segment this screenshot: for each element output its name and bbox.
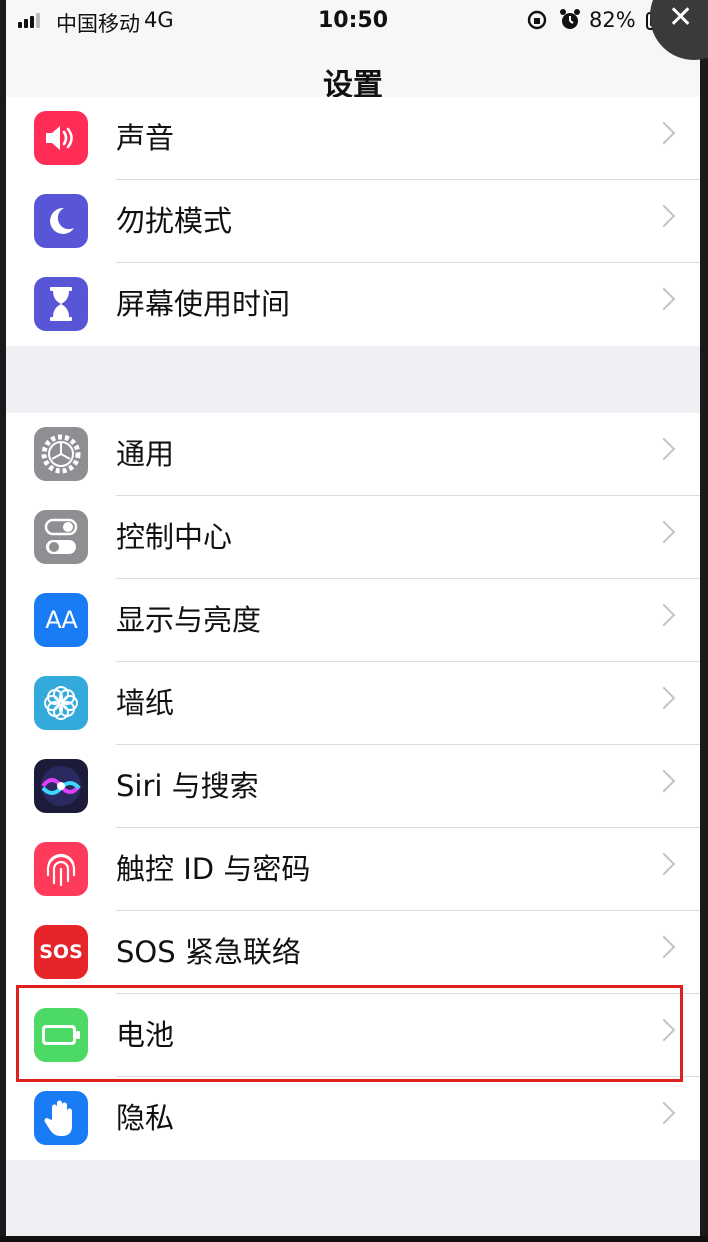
chevron-right-icon — [652, 1101, 676, 1125]
chevron-right-icon — [652, 686, 676, 710]
chevron-right-icon — [652, 287, 676, 311]
speaker-icon — [34, 111, 88, 165]
row-label: 声音 — [116, 121, 175, 155]
settings-row-display-brightness[interactable]: AA 显示与亮度 — [6, 579, 700, 662]
settings-screen: 中国移动 4G 10:50 82% 设置 声音 勿扰模式 屏幕使用时间 通用 控… — [6, 0, 700, 1242]
chevron-right-icon — [652, 603, 676, 627]
fingerprint-icon — [34, 842, 88, 896]
settings-row-wallpaper[interactable]: 墙纸 — [6, 662, 700, 745]
settings-row-screen-time[interactable]: 屏幕使用时间 — [6, 263, 700, 346]
settings-row-privacy[interactable]: 隐私 — [6, 1077, 700, 1160]
settings-row-touch-id-passcode[interactable]: 触控 ID 与密码 — [6, 828, 700, 911]
text-size-icon: AA — [34, 593, 88, 647]
row-label: 隐私 — [116, 1101, 175, 1135]
row-label: 勿扰模式 — [116, 204, 233, 238]
chevron-right-icon — [652, 1018, 676, 1042]
gear-icon — [34, 427, 88, 481]
bottom-border — [0, 1236, 708, 1242]
row-label: 控制中心 — [116, 520, 233, 554]
row-label: Siri 与搜索 — [116, 769, 259, 803]
alarm-icon — [559, 8, 581, 37]
settings-row-sounds[interactable]: 声音 — [6, 97, 700, 180]
settings-row-general[interactable]: 通用 — [6, 413, 700, 496]
chevron-right-icon — [652, 204, 676, 228]
flower-icon — [34, 676, 88, 730]
battery-percentage: 82% — [589, 8, 636, 32]
chevron-right-icon — [652, 852, 676, 876]
settings-group-sound: 声音 勿扰模式 屏幕使用时间 — [6, 97, 700, 346]
hourglass-icon — [34, 277, 88, 331]
hand-icon — [34, 1091, 88, 1145]
row-label: 屏幕使用时间 — [116, 287, 291, 321]
row-label: 触控 ID 与密码 — [116, 852, 311, 886]
chevron-right-icon — [652, 769, 676, 793]
chevron-right-icon — [652, 520, 676, 544]
settings-group-general: 通用 控制中心 AA 显示与亮度 墙纸 Siri 与搜索 触控 ID 与密码 S… — [6, 413, 700, 1160]
moon-icon — [34, 194, 88, 248]
row-label: 墙纸 — [116, 686, 175, 720]
toggles-icon — [34, 510, 88, 564]
chevron-right-icon — [652, 121, 676, 145]
settings-row-control-center[interactable]: 控制中心 — [6, 496, 700, 579]
rotation-lock-icon — [526, 9, 548, 36]
row-label: 通用 — [116, 437, 175, 471]
siri-icon — [34, 759, 88, 813]
row-label: SOS 紧急联络 — [116, 935, 301, 969]
chevron-right-icon — [652, 437, 676, 461]
battery-icon — [34, 1008, 88, 1062]
settings-row-battery[interactable]: 电池 — [6, 994, 700, 1077]
row-label: 电池 — [116, 1018, 175, 1052]
settings-row-siri-search[interactable]: Siri 与搜索 — [6, 745, 700, 828]
row-label: 显示与亮度 — [116, 603, 262, 637]
sos-icon: SOS — [34, 925, 88, 979]
settings-row-emergency-sos[interactable]: SOS SOS 紧急联络 — [6, 911, 700, 994]
chevron-right-icon — [652, 935, 676, 959]
status-bar: 中国移动 4G 10:50 82% — [6, 0, 700, 44]
settings-row-do-not-disturb[interactable]: 勿扰模式 — [6, 180, 700, 263]
